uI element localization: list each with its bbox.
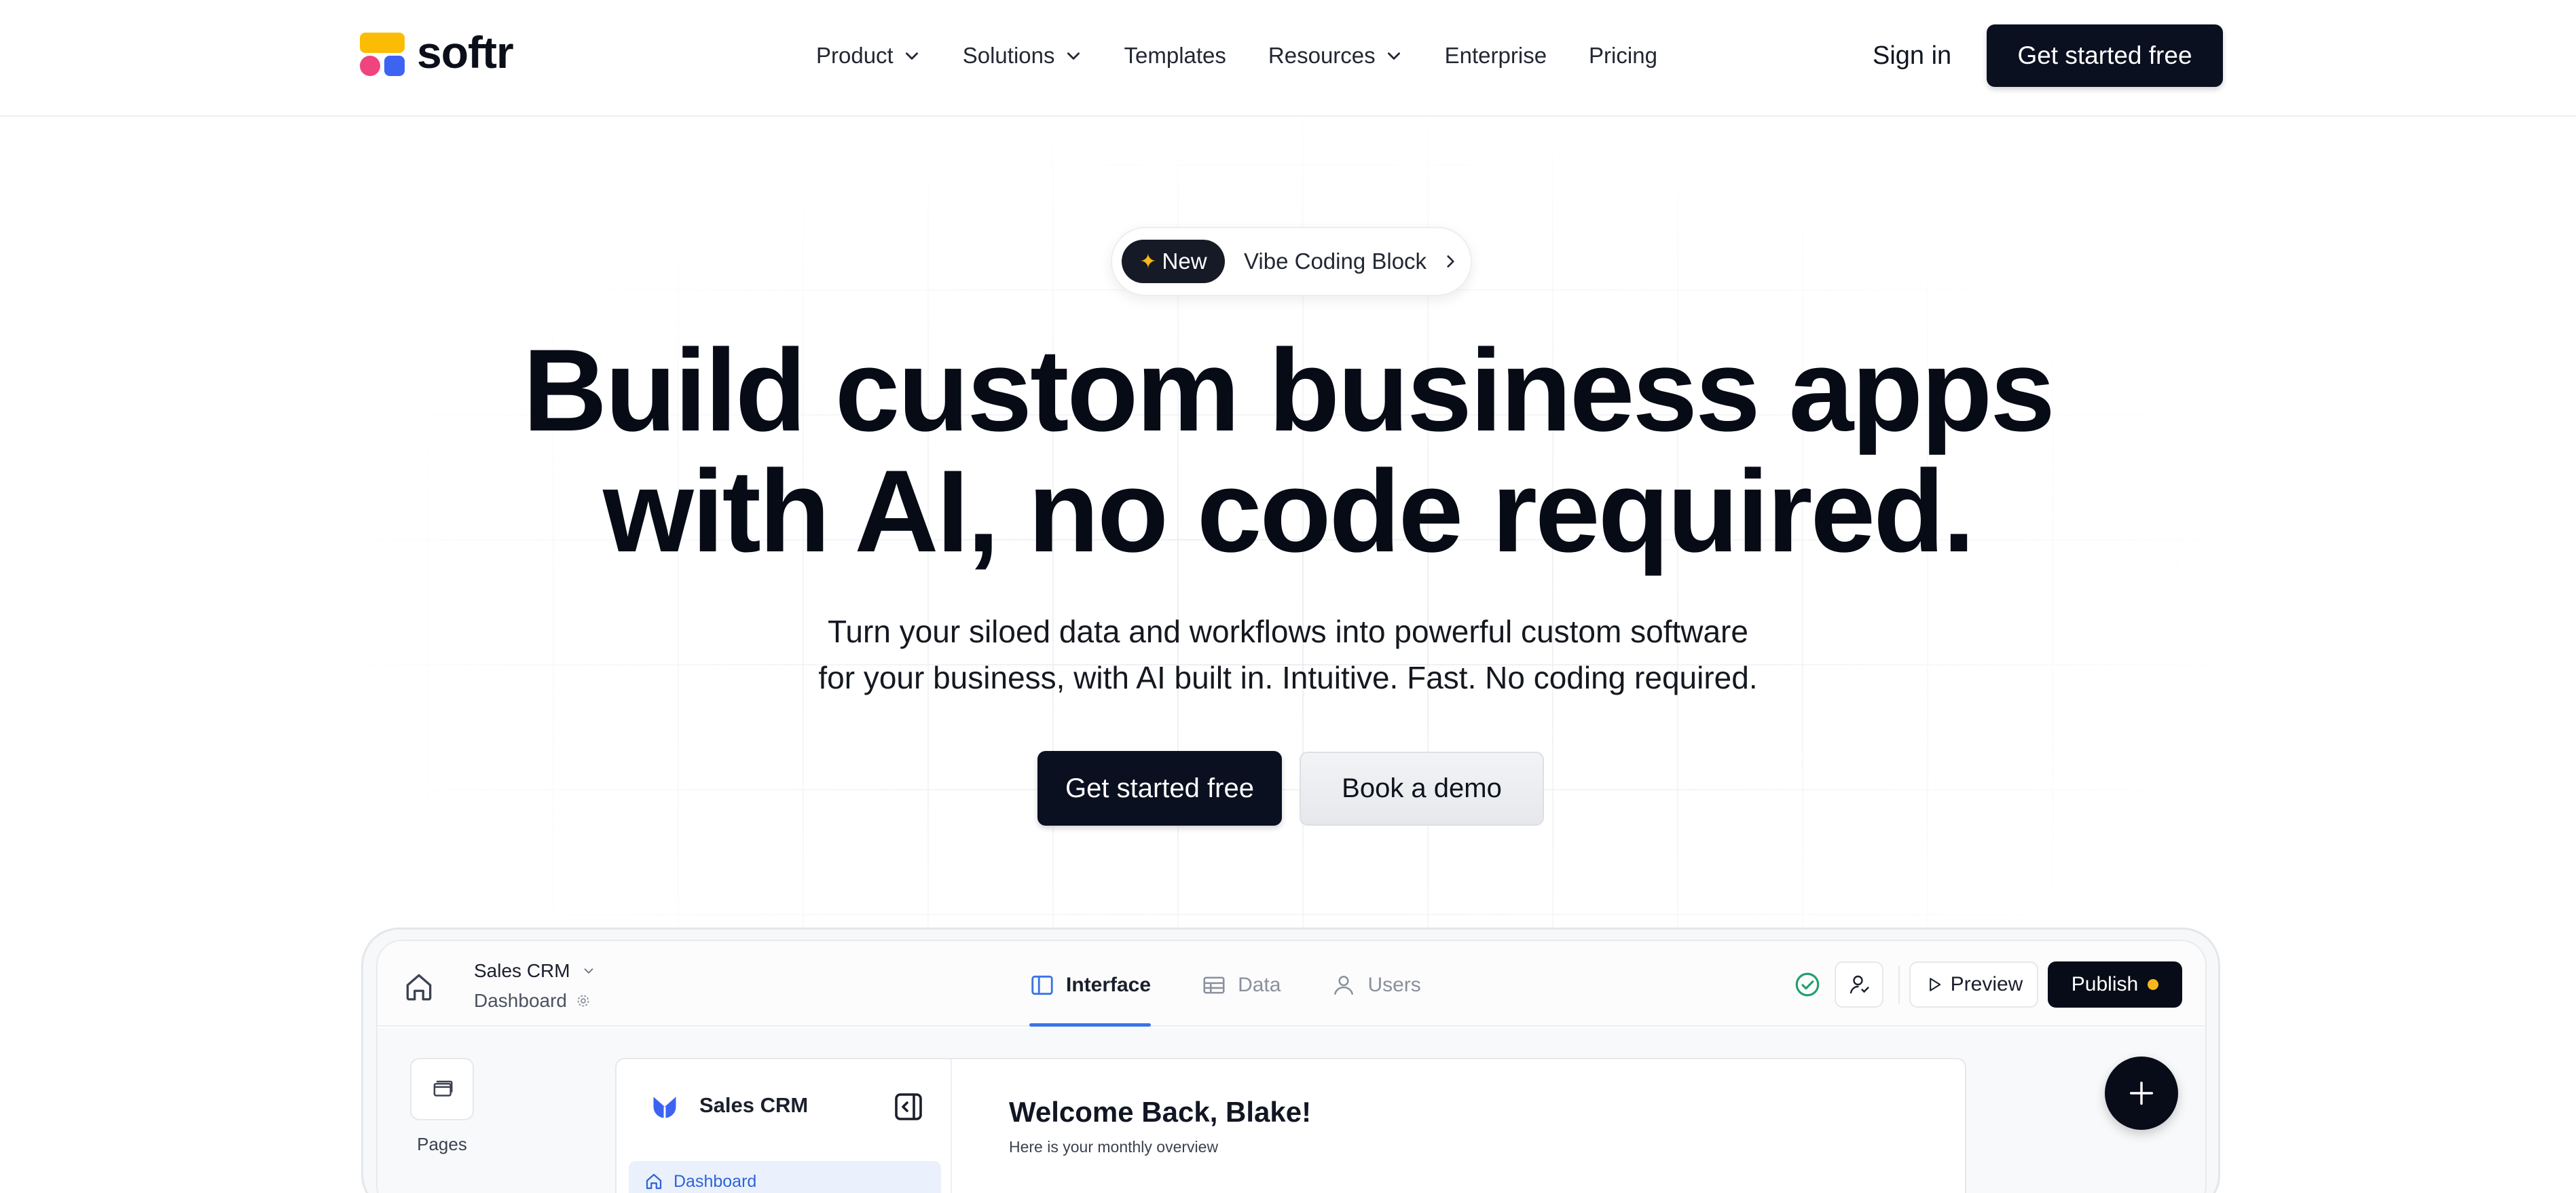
sidebar-item-dashboard[interactable]: Dashboard <box>629 1161 941 1193</box>
welcome-subtitle: Here is your monthly overview <box>1009 1138 1219 1156</box>
app-workspace: Pages Sales CRM Dashboard Welcome Back, … <box>378 1028 2205 1193</box>
nav-item-label: Resources <box>1268 43 1376 68</box>
app-sidebar: Sales CRM Dashboard <box>617 1059 952 1193</box>
tab-data[interactable]: Data <box>1201 968 1281 1002</box>
home-icon <box>646 1173 662 1190</box>
editor-tabs: Interface Data Users <box>1029 968 1471 1027</box>
app-canvas: Sales CRM Dashboard Welcome Back, Blake!… <box>615 1058 1966 1193</box>
chevron-down-icon <box>581 963 596 978</box>
check-circle-icon <box>1793 970 1822 999</box>
nav-item-label: Enterprise <box>1444 43 1547 68</box>
new-badge-label: New <box>1162 249 1207 274</box>
sparkle-icon: ✦ <box>1139 250 1157 273</box>
home-icon[interactable] <box>402 970 436 1004</box>
hero-sub-line2: for your business, with AI built in. Int… <box>818 660 1758 695</box>
user-icon <box>1331 972 1357 998</box>
nav-item-label: Templates <box>1124 43 1226 68</box>
play-icon <box>1929 978 1940 991</box>
layout-icon <box>1029 972 1055 998</box>
page-selector[interactable]: Dashboard <box>474 990 591 1012</box>
plus-icon <box>2129 1081 2154 1105</box>
preview-button[interactable]: Preview <box>1909 961 2038 1008</box>
nav-item-resources[interactable]: Resources <box>1268 39 1403 72</box>
preview-label: Preview <box>1950 973 2023 995</box>
nav-item-label: Product <box>816 43 894 68</box>
chevron-down-icon <box>903 47 921 65</box>
announcement-text: Vibe Coding Block <box>1244 249 1427 274</box>
hero-headline: Build custom business apps with AI, no c… <box>0 330 2576 572</box>
nav-item-templates[interactable]: Templates <box>1124 39 1226 72</box>
announcement-pill[interactable]: ✦ New Vibe Coding Block <box>1111 227 1472 296</box>
app-preview-window: Sales CRM Dashboard Interface Data Users <box>376 940 2207 1193</box>
sidebar-item-label: Dashboard <box>674 1171 757 1191</box>
unpublished-status-dot <box>2148 979 2159 990</box>
project-name: Sales CRM <box>474 960 570 981</box>
softr-logo[interactable]: softr <box>360 27 514 77</box>
publish-label: Publish <box>2071 973 2139 995</box>
top-navigation: softr Product Solutions Templates Resour… <box>0 0 2576 117</box>
hero-sub-line1: Turn your siloed data and workflows into… <box>828 614 1748 649</box>
nav-item-label: Solutions <box>962 43 1055 68</box>
nav-item-label: Pricing <box>1589 43 1657 68</box>
chevron-down-icon <box>1065 47 1082 65</box>
pages-icon <box>433 1080 453 1097</box>
book-demo-button[interactable]: Book a demo <box>1300 752 1544 826</box>
logo-mark-icon <box>360 33 405 77</box>
publish-button[interactable]: Publish <box>2048 961 2182 1008</box>
current-page-name: Dashboard <box>474 990 567 1011</box>
gear-icon[interactable] <box>575 993 591 1009</box>
pages-button[interactable] <box>410 1058 474 1120</box>
user-icon <box>1850 975 1869 994</box>
tab-label: Interface <box>1066 974 1152 996</box>
toolbar-divider <box>1898 966 1900 1004</box>
nav-item-solutions[interactable]: Solutions <box>963 39 1082 72</box>
user-settings-button[interactable] <box>1835 961 1883 1008</box>
collapse-sidebar-icon[interactable] <box>892 1090 925 1123</box>
hero-get-started-button[interactable]: Get started free <box>1037 751 1282 826</box>
nav-item-pricing[interactable]: Pricing <box>1589 39 1657 72</box>
hero-subheadline: Turn your siloed data and workflows into… <box>0 608 2576 701</box>
hero-headline-line1: Build custom business apps <box>523 325 2055 456</box>
sign-in-link[interactable]: Sign in <box>1873 39 1951 72</box>
pages-label: Pages <box>417 1134 467 1154</box>
tab-label: Users <box>1367 974 1421 996</box>
tab-label: Data <box>1238 974 1281 996</box>
sidebar-title: Sales CRM <box>699 1093 809 1117</box>
nav-get-started-button[interactable]: Get started free <box>1987 24 2223 87</box>
app-toolbar: Sales CRM Dashboard Interface Data Users <box>378 941 2205 1027</box>
nav-item-product[interactable]: Product <box>816 39 921 72</box>
tab-users[interactable]: Users <box>1331 968 1421 1002</box>
nav-item-enterprise[interactable]: Enterprise <box>1445 39 1547 72</box>
add-block-button[interactable] <box>2105 1057 2178 1130</box>
main-menu: Product Solutions Templates Resources En… <box>816 39 1699 72</box>
new-badge: ✦ New <box>1122 240 1225 283</box>
project-selector[interactable]: Sales CRM <box>474 960 596 982</box>
welcome-heading: Welcome Back, Blake! <box>1009 1096 1312 1128</box>
chevron-right-icon <box>1441 253 1459 270</box>
crm-logo-icon <box>649 1092 680 1122</box>
hero-headline-line2: with AI, no code required. <box>603 446 1975 576</box>
chevron-down-icon <box>1385 47 1403 65</box>
table-icon <box>1201 972 1227 998</box>
tab-interface[interactable]: Interface <box>1029 968 1152 1027</box>
logo-wordmark: softr <box>417 27 514 77</box>
